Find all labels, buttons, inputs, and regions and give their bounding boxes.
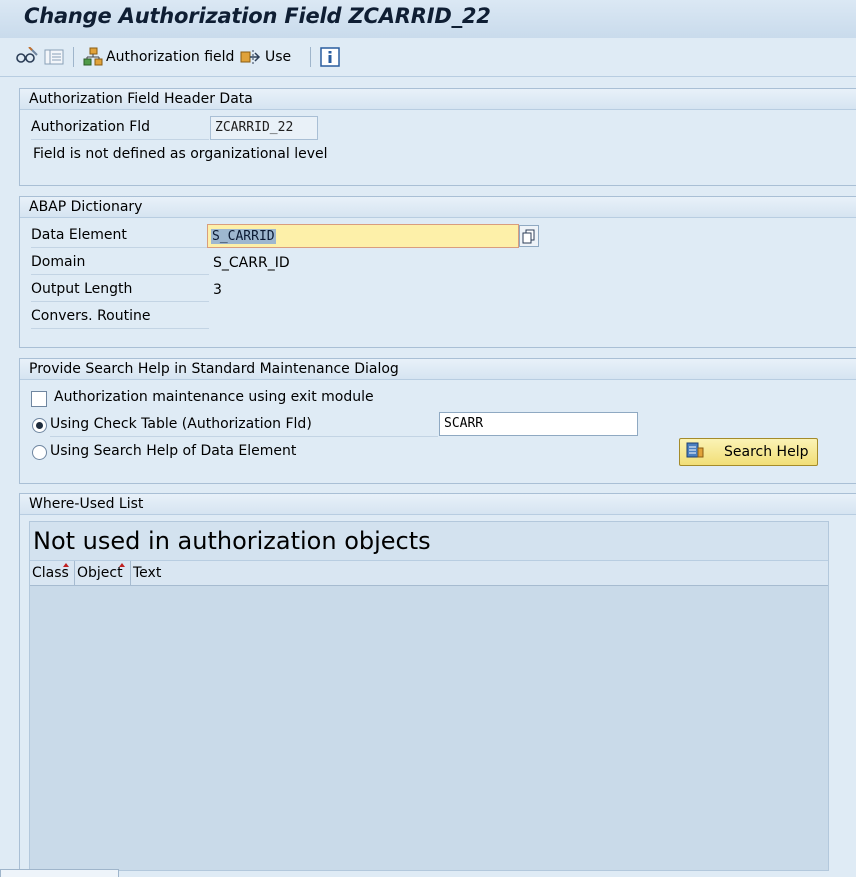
group-title: Authorization Field Header Data: [20, 89, 856, 110]
output-length-value: 3: [213, 282, 222, 298]
table-title-text: Not used in authorization objects: [33, 527, 431, 555]
authorization-field-button[interactable]: Authorization field: [83, 46, 234, 68]
check-table-radio[interactable]: [32, 418, 47, 433]
title-bar: Change Authorization Field ZCARRID_22: [0, 0, 856, 39]
use-label: Use: [265, 49, 292, 65]
search-help-button-label: Search Help: [724, 444, 809, 460]
column-header-text[interactable]: Text: [131, 561, 828, 586]
search-help-icon: [685, 440, 705, 464]
table-title: Not used in authorization objects: [30, 522, 828, 561]
org-level-note: Field is not defined as organizational l…: [33, 146, 328, 162]
column-header-object[interactable]: Object: [75, 561, 131, 586]
check-table-input[interactable]: SCARR: [439, 412, 638, 436]
list-icon: [44, 48, 64, 66]
other-object-button[interactable]: [44, 46, 64, 68]
page-title: Change Authorization Field ZCARRID_22: [24, 4, 491, 28]
abap-dictionary-group: ABAP Dictionary Data Element S_CARRID Do…: [19, 196, 856, 348]
toolbar-separator: [310, 47, 311, 67]
sort-marker-icon: [63, 563, 69, 567]
data-element-input[interactable]: S_CARRID: [207, 224, 519, 248]
data-element-value: S_CARRID: [211, 229, 276, 244]
sort-marker-icon: [119, 563, 125, 567]
data-element-copy-button[interactable]: [519, 225, 539, 247]
domain-label: Domain: [31, 251, 209, 275]
search-help-de-label: Using Search Help of Data Element: [50, 443, 297, 459]
column-header-label: Object: [77, 565, 123, 581]
where-used-icon: [240, 47, 262, 67]
auth-fld-field[interactable]: ZCARRID_22: [210, 116, 318, 140]
hierarchy-icon: [83, 47, 103, 67]
application-toolbar: Authorization field Use: [0, 38, 856, 77]
column-header-class[interactable]: Class: [30, 561, 75, 586]
info-icon: [320, 47, 340, 67]
convers-routine-label: Convers. Routine: [31, 305, 209, 329]
output-length-label: Output Length: [31, 278, 209, 302]
search-help-de-radio[interactable]: [32, 445, 47, 460]
column-header-label: Text: [133, 565, 162, 581]
toolbar-separator: [73, 47, 74, 67]
search-help-button[interactable]: Search Help: [679, 438, 818, 466]
authorization-field-label: Authorization field: [106, 49, 235, 65]
where-used-group: Where-Used List Not used in authorizatio…: [19, 493, 856, 877]
use-button[interactable]: Use: [240, 46, 291, 68]
glasses-pencil-icon: [15, 47, 39, 67]
auth-fld-label: Authorization Fld: [31, 116, 209, 140]
exit-module-label: Authorization maintenance using exit mod…: [54, 389, 374, 405]
domain-value: S_CARR_ID: [213, 255, 290, 271]
display-change-button[interactable]: [15, 46, 39, 68]
search-help-group: Provide Search Help in Standard Maintena…: [19, 358, 856, 484]
information-button[interactable]: [320, 46, 340, 68]
check-table-label: Using Check Table (Authorization Fld): [50, 413, 438, 437]
where-used-table: Not used in authorization objects Class …: [29, 521, 829, 871]
group-title: ABAP Dictionary: [20, 197, 856, 218]
column-header-label: Class: [32, 565, 69, 581]
group-title: Provide Search Help in Standard Maintena…: [20, 359, 856, 380]
data-element-label: Data Element: [31, 224, 209, 248]
header-data-group: Authorization Field Header Data Authoriz…: [19, 88, 856, 186]
group-title: Where-Used List: [20, 494, 856, 515]
exit-module-checkbox[interactable]: [31, 391, 47, 407]
copy-icon: [520, 229, 538, 250]
